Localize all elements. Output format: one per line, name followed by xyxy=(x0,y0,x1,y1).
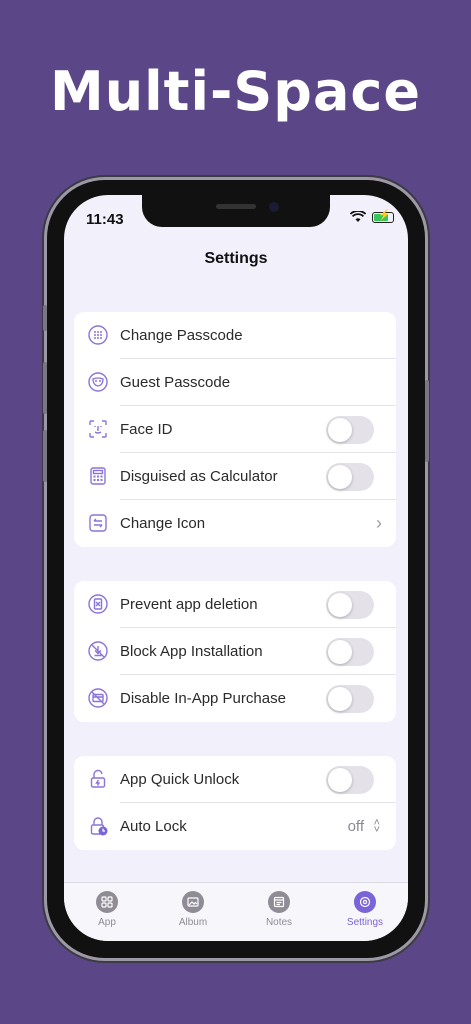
block-install-icon xyxy=(88,641,108,661)
status-time: 11:43 xyxy=(86,211,124,228)
notes-icon xyxy=(268,891,290,913)
app-screen: 11:43 ⚡ Settings Change Passcode Guest P… xyxy=(64,195,408,941)
settings-icon xyxy=(354,891,376,913)
guest-mask-icon xyxy=(88,372,108,392)
tab-settings[interactable]: Settings xyxy=(322,883,408,941)
speaker xyxy=(216,204,256,209)
disable-purchase-toggle[interactable] xyxy=(326,685,374,713)
change-icon-label: Change Icon xyxy=(120,515,206,532)
volume-down-button xyxy=(43,430,47,482)
disguise-calculator-label: Disguised as Calculator xyxy=(120,468,278,485)
lock-group: App Quick Unlock Auto Lock off ˄ ˅ xyxy=(74,756,396,850)
prevent-deletion-toggle[interactable] xyxy=(326,591,374,619)
change-icon-icon xyxy=(88,513,108,533)
face-id-label: Face ID xyxy=(120,421,173,438)
no-purchase-icon xyxy=(88,688,108,708)
face-id-row: Face ID xyxy=(74,406,396,453)
notch xyxy=(142,195,330,227)
album-icon xyxy=(182,891,204,913)
change-passcode-row[interactable]: Change Passcode xyxy=(74,312,396,359)
tab-notes[interactable]: Notes xyxy=(236,883,322,941)
block-installation-label: Block App Installation xyxy=(120,643,263,660)
change-passcode-label: Change Passcode xyxy=(120,327,243,344)
mute-switch xyxy=(43,305,47,331)
status-icons: ⚡ xyxy=(350,210,394,223)
quick-unlock-toggle[interactable] xyxy=(326,766,374,794)
security-group: Change Passcode Guest Passcode Face ID D… xyxy=(74,312,396,547)
power-button xyxy=(425,380,429,462)
keypad-icon xyxy=(88,325,108,345)
quick-unlock-icon xyxy=(88,769,108,789)
front-camera xyxy=(269,202,279,212)
block-installation-toggle[interactable] xyxy=(326,638,374,666)
chevron-right-icon: › xyxy=(376,513,382,533)
prevent-delete-icon xyxy=(88,594,108,614)
disable-purchase-label: Disable In-App Purchase xyxy=(120,690,286,707)
auto-lock-row[interactable]: Auto Lock off ˄ ˅ xyxy=(74,803,396,850)
disable-purchase-row: Disable In-App Purchase xyxy=(74,675,396,722)
disguise-calculator-row: Disguised as Calculator xyxy=(74,453,396,500)
change-icon-row[interactable]: Change Icon › xyxy=(74,500,396,547)
guest-passcode-label: Guest Passcode xyxy=(120,374,231,391)
tab-album-label: Album xyxy=(178,917,208,928)
volume-up-button xyxy=(43,362,47,414)
battery-icon: ⚡ xyxy=(372,210,394,223)
app-grid-icon xyxy=(96,891,118,913)
guest-passcode-row[interactable]: Guest Passcode xyxy=(74,359,396,406)
promo-headline: Multi-Space xyxy=(49,60,422,123)
quick-unlock-label: App Quick Unlock xyxy=(120,771,240,788)
tab-app-label: App xyxy=(98,917,116,928)
protection-group: Prevent app deletion Block App Installat… xyxy=(74,581,396,722)
face-id-toggle[interactable] xyxy=(326,416,374,444)
prevent-deletion-label: Prevent app deletion xyxy=(120,596,258,613)
block-installation-row: Block App Installation xyxy=(74,628,396,675)
page-title: Settings xyxy=(204,250,268,267)
quick-unlock-row: App Quick Unlock xyxy=(74,756,396,803)
prevent-deletion-row: Prevent app deletion xyxy=(74,581,396,628)
face-id-icon xyxy=(88,419,108,439)
auto-lock-label: Auto Lock xyxy=(120,818,187,835)
auto-lock-value: off xyxy=(347,818,364,835)
tab-app[interactable]: App xyxy=(64,883,150,941)
tab-notes-label: Notes xyxy=(265,917,293,928)
tab-settings-label: Settings xyxy=(346,917,384,928)
auto-lock-icon xyxy=(88,816,108,836)
tab-album[interactable]: Album xyxy=(150,883,236,941)
wifi-icon xyxy=(350,211,366,222)
chevron-updown-icon: ˄ ˅ xyxy=(373,816,380,836)
tab-bar: App Album Notes Settings xyxy=(64,882,408,941)
calculator-icon xyxy=(88,466,108,486)
disguise-calculator-toggle[interactable] xyxy=(326,463,374,491)
